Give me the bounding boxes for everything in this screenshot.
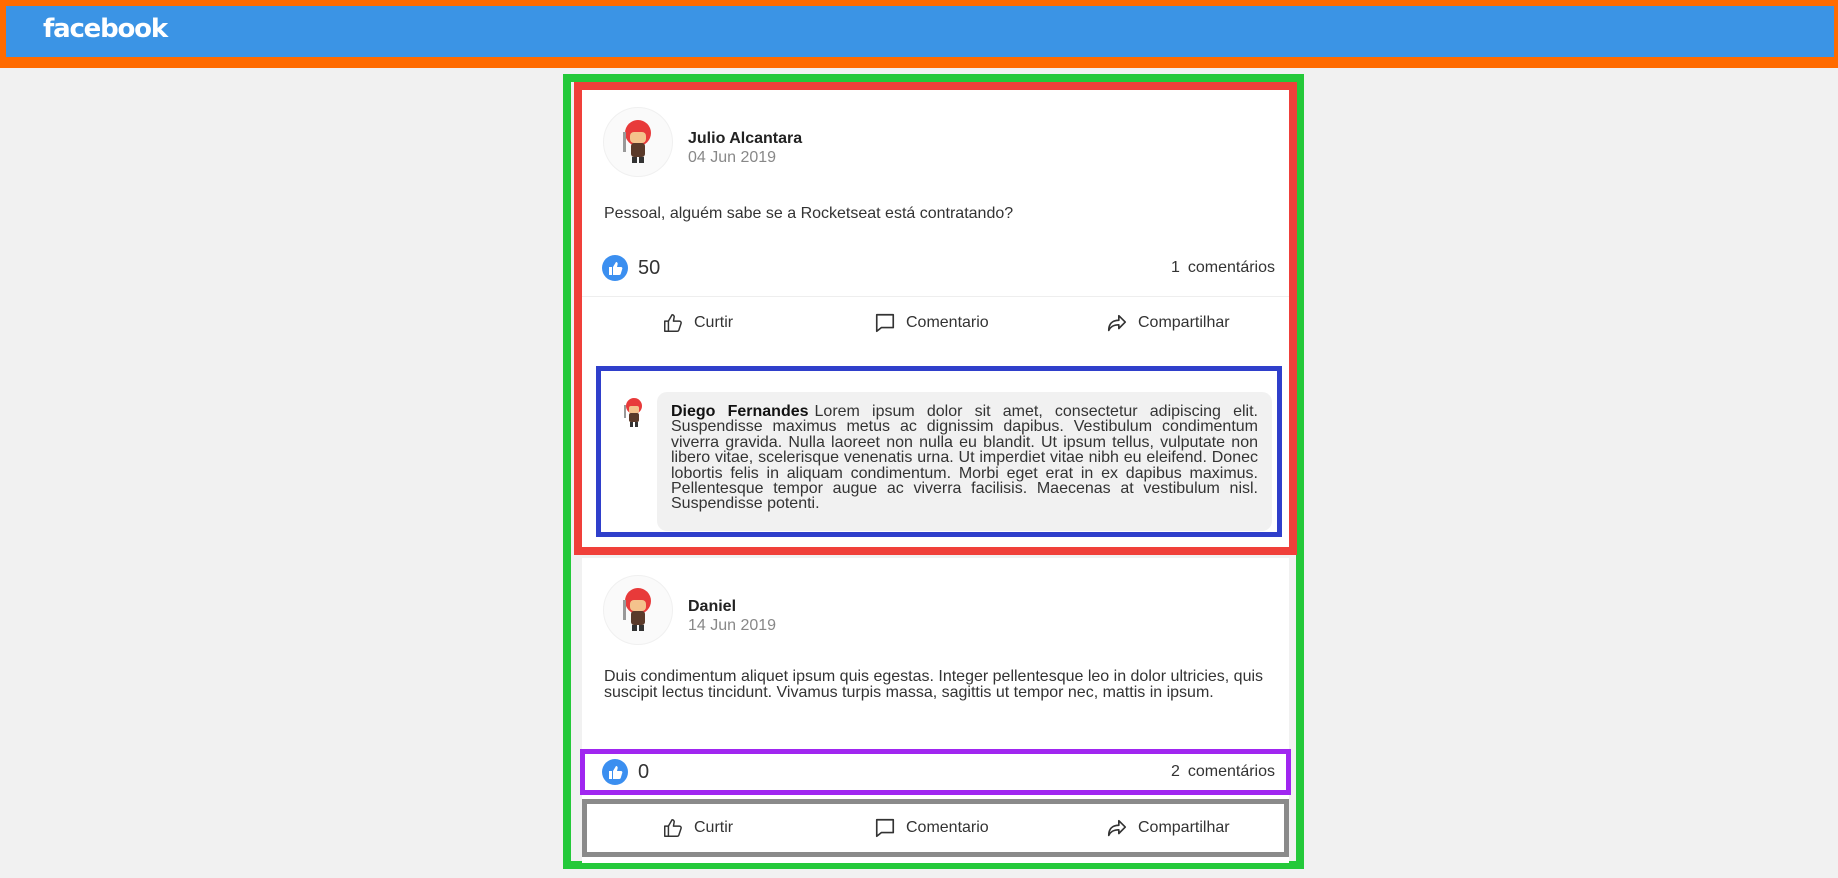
post-stats: 0 2 comentários bbox=[580, 749, 1291, 795]
post-content: Duis condimentum aliquet ipsum quis eges… bbox=[604, 668, 1264, 701]
post-actions: Curtir Comentario Compartilhar bbox=[582, 296, 1289, 348]
comments-count-label: comentários bbox=[1187, 763, 1275, 780]
thumbs-up-icon bbox=[602, 255, 628, 281]
like-button[interactable]: Curtir bbox=[662, 804, 733, 852]
post-header: Daniel 14 Jun 2019 bbox=[604, 576, 1004, 646]
like-count: 50 bbox=[638, 257, 661, 279]
comments-count-label: comentários bbox=[1187, 259, 1275, 276]
post-actions: Curtir Comentario Compartilhar bbox=[582, 799, 1289, 857]
post-card: Daniel 14 Jun 2019 Duis condimentum aliq… bbox=[580, 558, 1291, 863]
post-card: Julio Alcantara 04 Jun 2019 Pessoal, alg… bbox=[574, 82, 1297, 555]
speech-bubble-icon bbox=[875, 313, 895, 333]
comments-count[interactable]: 1 comentários bbox=[1163, 259, 1275, 277]
post-author[interactable]: Julio Alcantara bbox=[688, 130, 802, 148]
author-avatar[interactable] bbox=[604, 576, 672, 644]
like-label: Curtir bbox=[694, 819, 734, 836]
share-button[interactable]: Compartilhar bbox=[1106, 297, 1230, 349]
thumbs-up-outline-icon bbox=[664, 819, 682, 837]
speech-bubble-icon bbox=[875, 818, 895, 838]
comment-label: Comentario bbox=[906, 819, 989, 836]
author-avatar[interactable] bbox=[604, 108, 672, 176]
top-header-frame: facebook bbox=[0, 0, 1838, 68]
comment-avatar[interactable] bbox=[617, 396, 649, 430]
like-button[interactable]: Curtir bbox=[662, 297, 733, 349]
post-date: 04 Jun 2019 bbox=[688, 149, 777, 166]
comments-count-number: 2 bbox=[1170, 763, 1180, 780]
post-author[interactable]: Daniel bbox=[688, 598, 736, 616]
thumbs-up-icon bbox=[602, 759, 628, 785]
comment-item: Diego Fernandes Lorem ipsum dolor sit ame… bbox=[596, 366, 1282, 537]
thumbs-up-outline-icon bbox=[664, 314, 682, 332]
like-count: 0 bbox=[638, 761, 650, 783]
post-content: Pessoal, alguém sabe se a Rocketseat est… bbox=[604, 205, 1014, 222]
post-stats: 50 1 comentários bbox=[582, 246, 1289, 286]
post-header: Julio Alcantara 04 Jun 2019 bbox=[604, 108, 1004, 178]
share-arrow-icon bbox=[1107, 819, 1127, 837]
facebook-logo[interactable]: facebook bbox=[43, 14, 168, 44]
comment-label: Comentario bbox=[906, 314, 989, 331]
top-header: facebook bbox=[6, 6, 1834, 57]
comments-count-number: 1 bbox=[1170, 259, 1180, 276]
share-label: Compartilhar bbox=[1138, 819, 1230, 836]
comment-button[interactable]: Comentario bbox=[874, 804, 989, 852]
share-button[interactable]: Compartilhar bbox=[1106, 804, 1230, 852]
post-date: 14 Jun 2019 bbox=[688, 617, 777, 634]
share-label: Compartilhar bbox=[1138, 314, 1230, 331]
like-label: Curtir bbox=[694, 314, 734, 331]
comment-text: Lorem ipsum dolor sit amet, consectetur … bbox=[671, 403, 1258, 513]
comments-count[interactable]: 2 comentários bbox=[1163, 763, 1275, 781]
comment-bubble: Diego Fernandes Lorem ipsum dolor sit ame… bbox=[657, 392, 1272, 531]
comment-button[interactable]: Comentario bbox=[874, 297, 989, 349]
feed-container: Julio Alcantara 04 Jun 2019 Pessoal, alg… bbox=[563, 74, 1304, 869]
share-arrow-icon bbox=[1107, 314, 1127, 332]
